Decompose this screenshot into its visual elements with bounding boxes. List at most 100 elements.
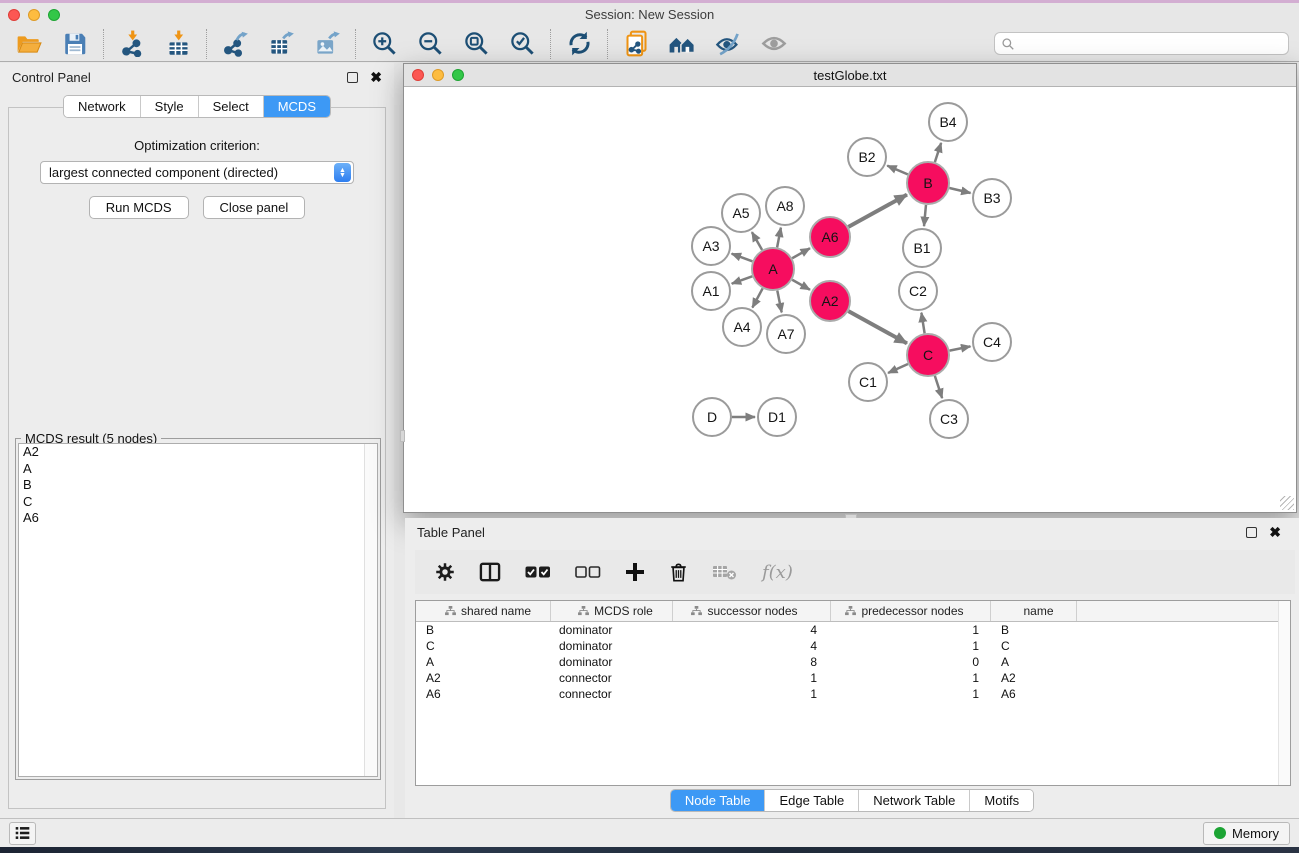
graph-edge-A-A5[interactable] [752,232,762,250]
graph-edge-A-A2[interactable] [792,280,810,290]
column-header-shared-name[interactable]: shared name [416,601,551,621]
network-canvas[interactable]: B4B2BB3B1A5A8A6A3AA1A4A7A2C2C4CC1C3DD1 [404,87,1296,512]
close-panel-button[interactable]: Close panel [203,196,306,219]
save-session-button[interactable] [60,29,90,59]
hide-selected-button[interactable] [713,29,743,59]
table-row[interactable]: Bdominator41B [416,622,1290,638]
cell-predecessor-nodes[interactable]: 1 [831,687,991,701]
graph-node-D[interactable]: D [693,398,731,436]
graph-edge-C-C1[interactable] [888,364,908,373]
tab-mcds[interactable]: MCDS [264,96,330,117]
open-file-button[interactable] [14,29,44,59]
export-network-button[interactable] [220,29,250,59]
table-row[interactable]: Cdominator41C [416,638,1290,654]
mcds-result-item[interactable]: A [19,461,377,478]
graph-node-A1[interactable]: A1 [692,272,730,310]
graph-node-B2[interactable]: B2 [848,138,886,176]
new-network-from-selection-button[interactable] [621,29,651,59]
cell-successor-nodes[interactable]: 4 [673,623,831,637]
graph-node-C1[interactable]: C1 [849,363,887,401]
search-input[interactable] [1015,37,1282,51]
apply-layout-button[interactable] [564,29,594,59]
graph-edge-C-C3[interactable] [935,376,942,398]
graph-node-A5[interactable]: A5 [722,194,760,232]
mcds-result-item[interactable]: B [19,477,377,494]
graph-node-A6[interactable]: A6 [810,217,850,257]
graph-node-A4[interactable]: A4 [723,308,761,346]
zoom-in-button[interactable] [369,29,399,59]
graph-edge-A6-B[interactable] [848,195,907,227]
zoom-out-button[interactable] [415,29,445,59]
column-header-successor-nodes[interactable]: successor nodes [673,601,831,621]
graph-node-A[interactable]: A [752,248,794,290]
cell-mcds-role[interactable]: dominator [551,623,673,637]
graph-edge-A-A7[interactable] [777,291,781,313]
split-handle-vertical[interactable] [400,430,405,442]
column-header-mcds-role[interactable]: MCDS role [551,601,673,621]
tab-network-table[interactable]: Network Table [859,790,970,811]
delete-table-button[interactable] [712,563,738,581]
cell-successor-nodes[interactable]: 4 [673,639,831,653]
cell-shared-name[interactable]: C [416,639,551,653]
graph-node-A8[interactable]: A8 [766,187,804,225]
zoom-fit-button[interactable] [461,29,491,59]
delete-column-button[interactable] [669,562,688,582]
cell-mcds-role[interactable]: dominator [551,639,673,653]
mcds-result-item[interactable]: A2 [19,444,377,461]
column-header-name[interactable]: name [991,601,1077,621]
zoom-selected-button[interactable] [507,29,537,59]
column-header-predecessor-nodes[interactable]: predecessor nodes [831,601,991,621]
tab-style[interactable]: Style [141,96,199,117]
run-mcds-button[interactable]: Run MCDS [89,196,189,219]
cell-predecessor-nodes[interactable]: 0 [831,655,991,669]
cell-successor-nodes[interactable]: 1 [673,687,831,701]
cell-name[interactable]: C [991,639,1077,653]
cell-mcds-role[interactable]: connector [551,687,673,701]
cell-name[interactable]: A [991,655,1077,669]
graph-node-C2[interactable]: C2 [899,272,937,310]
export-table-button[interactable] [266,29,296,59]
graph-node-C4[interactable]: C4 [973,323,1011,361]
graph-edge-A-A3[interactable] [732,254,753,262]
tab-select[interactable]: Select [199,96,264,117]
graph-node-C3[interactable]: C3 [930,400,968,438]
window-resize-grip[interactable] [1280,496,1294,510]
cell-shared-name[interactable]: A6 [416,687,551,701]
result-scrollbar[interactable] [364,444,377,776]
cell-name[interactable]: A6 [991,687,1077,701]
cell-name[interactable]: A2 [991,671,1077,685]
criterion-select[interactable]: largest connected component (directed) ▲… [40,161,354,184]
graph-edge-A-A6[interactable] [792,248,810,258]
create-column-button[interactable] [625,562,645,582]
table-row[interactable]: A2connector11A2 [416,670,1290,686]
tab-network[interactable]: Network [64,96,141,117]
search-field[interactable] [994,32,1289,55]
cell-shared-name[interactable]: A [416,655,551,669]
import-network-button[interactable] [117,29,147,59]
show-all-button[interactable] [759,29,789,59]
cell-shared-name[interactable]: B [416,623,551,637]
table-settings-button[interactable] [435,562,455,582]
graph-node-A7[interactable]: A7 [767,315,805,353]
table-row[interactable]: Adominator80A [416,654,1290,670]
cell-predecessor-nodes[interactable]: 1 [831,639,991,653]
table-row[interactable]: A6connector11A6 [416,686,1290,702]
graph-edge-A-A8[interactable] [777,228,781,248]
cell-mcds-role[interactable]: dominator [551,655,673,669]
cell-successor-nodes[interactable]: 1 [673,671,831,685]
float-table-panel-button[interactable] [1246,527,1257,538]
close-panel-icon[interactable]: ✖ [370,70,382,84]
graph-node-B3[interactable]: B3 [973,179,1011,217]
first-neighbors-button[interactable] [667,29,697,59]
select-all-rows-button[interactable] [525,565,551,579]
cell-shared-name[interactable]: A2 [416,671,551,685]
graph-node-B1[interactable]: B1 [903,229,941,267]
mcds-result-item[interactable]: A6 [19,510,377,527]
graph-edge-A-A4[interactable] [752,288,762,307]
float-panel-button[interactable] [347,72,358,83]
graph-node-C[interactable]: C [907,334,949,376]
graph-edge-B-B1[interactable] [924,205,926,226]
task-history-button[interactable] [9,822,36,845]
export-image-button[interactable] [312,29,342,59]
table-scrollbar[interactable] [1278,601,1290,785]
